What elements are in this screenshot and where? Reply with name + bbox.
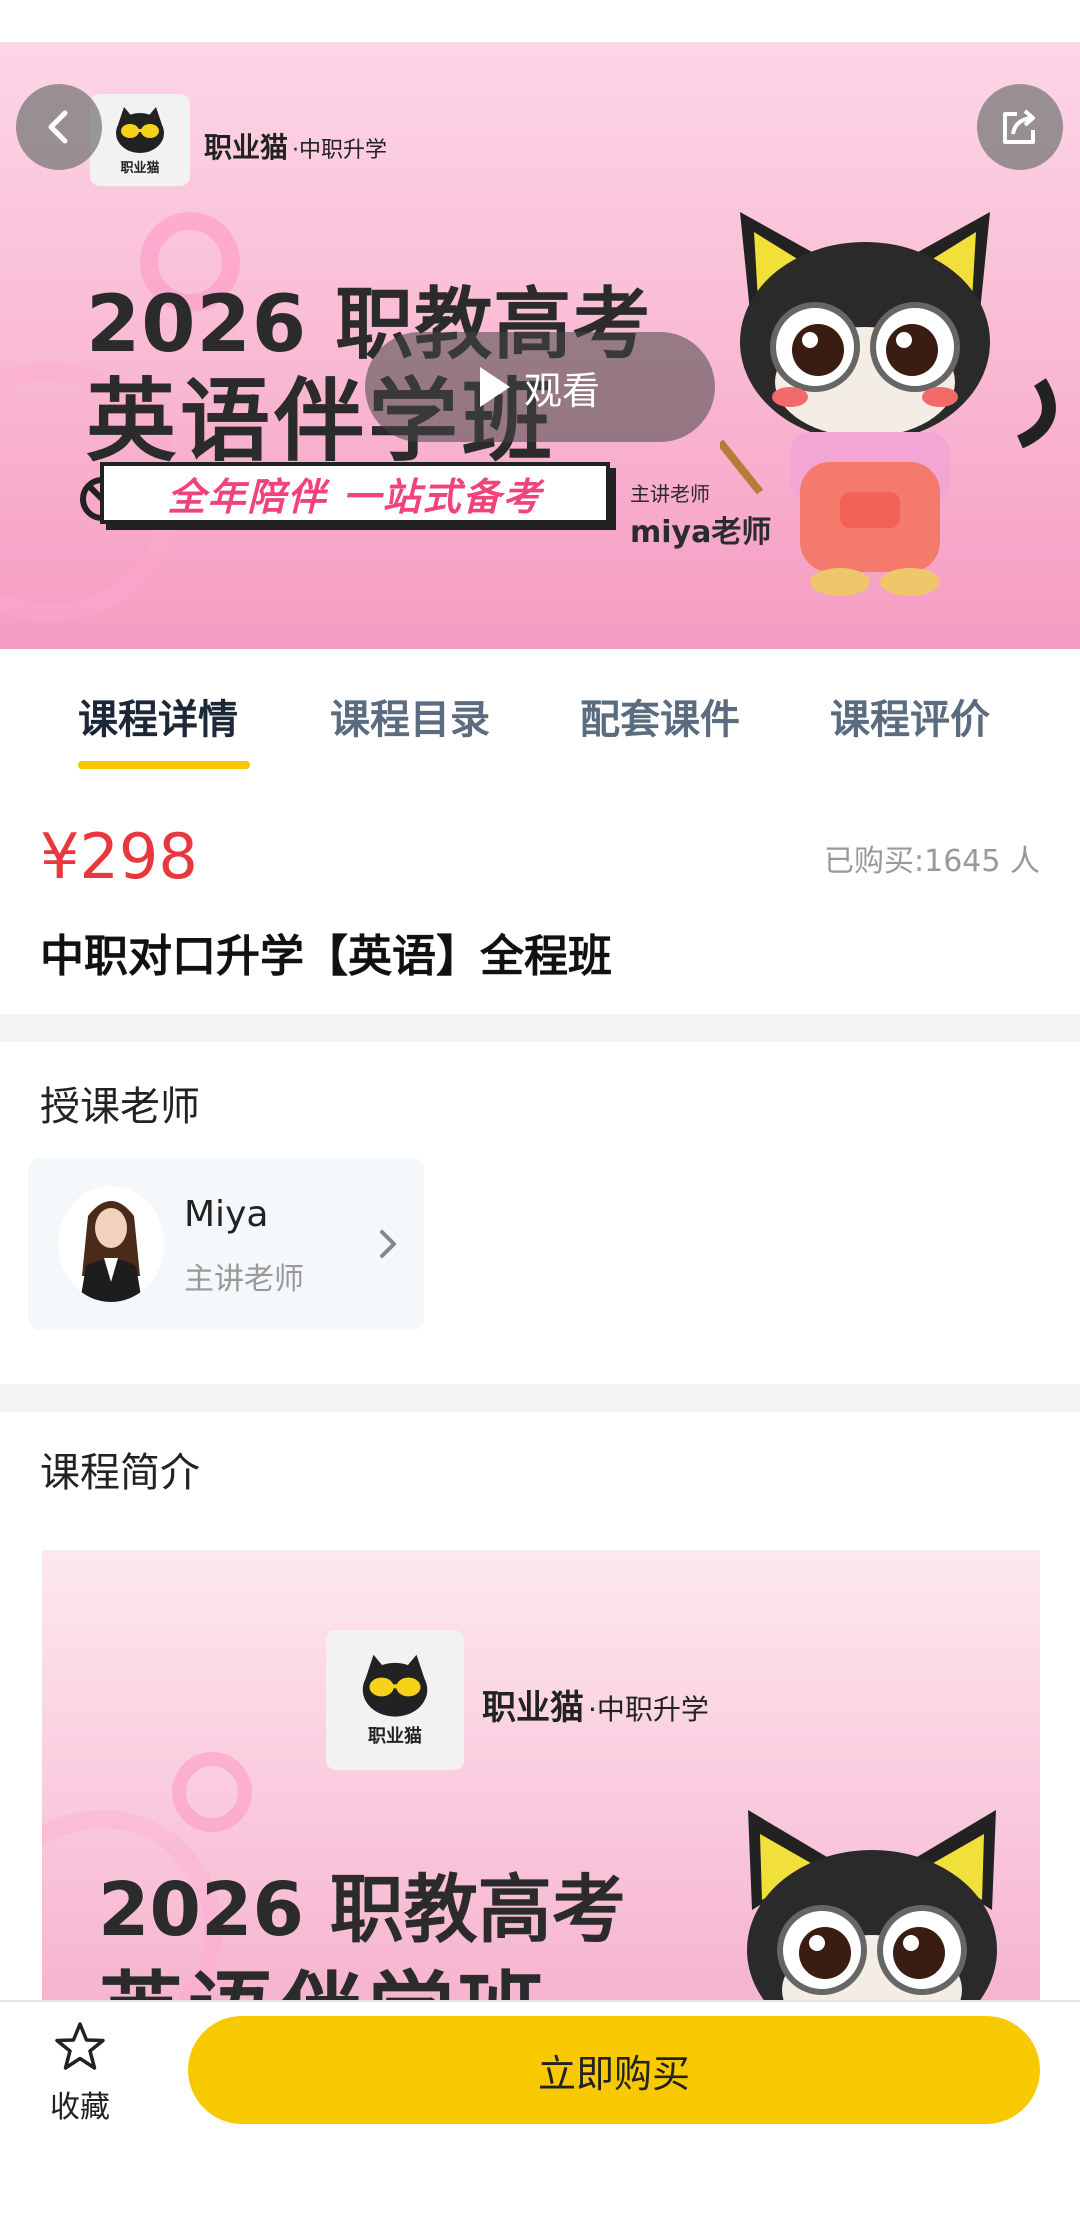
course-cover-video[interactable]: 职业猫 职业猫 ·中职升学 2026 职教高考 英语伴学班 全年陪伴 一站式备考 … — [0, 42, 1080, 649]
decor-ring — [172, 1752, 252, 1832]
intro-brand-name-text: 职业猫 — [482, 1688, 584, 1728]
watch-video-button[interactable]: 观看 — [365, 332, 715, 442]
back-icon — [48, 110, 68, 144]
tab-course-reviews[interactable]: 课程评价 — [830, 687, 990, 745]
brand-name: 职业猫 ·中职升学 — [204, 126, 387, 166]
bottom-action-bar: 收藏 立即购买 — [0, 2000, 1080, 2224]
favorite-button[interactable]: 收藏 — [30, 2020, 130, 2130]
brand-name-text: 职业猫 — [204, 131, 289, 164]
favorite-label: 收藏 — [50, 2090, 110, 2125]
cat-logo-icon — [362, 1654, 428, 1717]
section-divider — [0, 1014, 1080, 1042]
teacher-card[interactable]: Miya 主讲老师 — [28, 1158, 424, 1330]
brand-sub-text: ·中职升学 — [292, 138, 388, 163]
intro-class-line: 英语伴学班 — [98, 1942, 548, 2000]
intro-brand-logo-text: 职业猫 — [368, 1726, 422, 1747]
buy-now-button[interactable]: 立即购买 — [188, 2016, 1040, 2124]
intro-section-heading: 课程简介 — [40, 1450, 200, 1496]
course-title: 中职对口升学【英语】全程班 — [40, 931, 612, 982]
cat-mascot-illustration — [720, 212, 1056, 596]
tab-course-catalog[interactable]: 课程目录 — [330, 687, 490, 745]
active-tab-indicator — [78, 761, 250, 769]
cat-logo-icon — [116, 106, 164, 153]
back-button[interactable] — [16, 84, 102, 170]
star-icon — [55, 2022, 105, 2070]
watch-label: 观看 — [523, 368, 600, 413]
teacher-name: Miya — [184, 1194, 269, 1235]
brand-logo-text: 职业猫 — [120, 160, 160, 176]
banner-slogan: 全年陪伴 一站式备考 — [100, 462, 610, 524]
cat-mascot-illustration — [747, 1810, 997, 2000]
intro-brand-name: 职业猫 ·中职升学 — [482, 1680, 709, 1729]
course-tabs: 课程详情 课程目录 配套课件 课程评价 — [0, 649, 1080, 773]
brand-logo: 职业猫 — [90, 94, 190, 186]
chevron-right-icon — [380, 1230, 396, 1258]
purchase-count: 已购买:1645 人 — [824, 844, 1040, 879]
teacher-avatar-illustration — [80, 1201, 142, 1302]
tab-course-details[interactable]: 课程详情 — [78, 687, 238, 745]
intro-brand-sub-text: ·中职升学 — [588, 1693, 709, 1726]
tab-course-materials[interactable]: 配套课件 — [580, 687, 740, 745]
play-icon — [479, 367, 510, 407]
share-icon — [1003, 109, 1035, 144]
course-price: ¥298 — [40, 820, 198, 893]
intro-year-line: 2026 职教高考 — [98, 1867, 626, 1953]
teacher-avatar — [58, 1186, 164, 1302]
course-intro-image: 职业猫 职业猫·中职升学 2026 职教高考 英语伴学班 — [42, 1550, 1040, 2000]
teacher-section-heading: 授课老师 — [40, 1084, 200, 1130]
intro-brand-logo: 职业猫 — [326, 1630, 464, 1770]
share-button[interactable] — [977, 84, 1063, 170]
section-divider — [0, 1384, 1080, 1412]
status-bar-area — [0, 0, 1080, 42]
teacher-role: 主讲老师 — [184, 1262, 304, 1297]
